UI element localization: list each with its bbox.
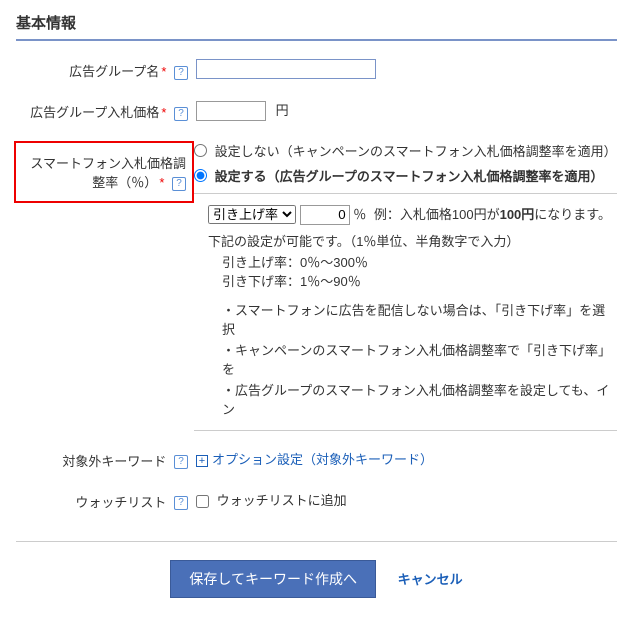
watchlist-checkbox[interactable] — [196, 495, 209, 508]
required-mark: * — [159, 175, 164, 190]
range-list: 引き上げ率：0％～300％ 引き下げ率：1％～90％ — [208, 252, 617, 290]
required-mark: * — [161, 105, 166, 120]
label-text: 広告グループ入札価格 — [30, 105, 159, 120]
example-prefix: 例：入札価格100円が — [374, 207, 500, 222]
bid-unit: 円 — [276, 103, 289, 118]
range-down: 引き下げ率：1％～90％ — [222, 271, 617, 290]
row-watchlist: ウォッチリスト ? ウォッチリストに追加 — [16, 490, 617, 511]
note-1: ・スマートフォンに広告を配信しない場合は、「引き下げ率」を選択 — [222, 300, 617, 338]
label-text: 対象外キーワード — [62, 454, 166, 469]
help-icon[interactable]: ? — [174, 107, 188, 121]
row-adgroup-bid: 広告グループ入札価格* ? 円 — [16, 100, 617, 121]
required-mark: * — [161, 64, 166, 79]
footer: 保存してキーワード作成へ キャンセル — [16, 541, 617, 598]
plus-icon[interactable]: + — [196, 455, 208, 467]
label-text: ウォッチリスト — [75, 495, 166, 510]
example-suffix: になります。 — [534, 207, 611, 222]
field-neg-keywords: + オプション設定（対象外キーワード） — [196, 449, 617, 468]
label-text: 広告グループ名 — [69, 64, 159, 79]
label-sp-bid-adj: スマートフォン入札価格調整率（％）* ? — [14, 141, 194, 203]
section-title: 基本情報 — [16, 12, 617, 41]
sp-rate-input[interactable] — [300, 205, 350, 225]
label-neg-keywords: 対象外キーワード ? — [16, 449, 196, 470]
neg-keywords-link[interactable]: オプション設定（対象外キーワード） — [212, 452, 433, 467]
row-adgroup-name: 広告グループ名* ? — [16, 59, 617, 80]
example-text: 例：入札価格100円が100円になります。 — [374, 207, 611, 222]
radio-row-none: 設定しない（キャンペーンのスマートフォン入札価格調整率を適用） — [194, 141, 617, 160]
help-icon[interactable]: ? — [172, 177, 186, 191]
sp-input-line: 引き上げ率 ％ 例：入札価格100円が100円になります。 — [208, 204, 617, 225]
label-adgroup-bid: 広告グループ入札価格* ? — [16, 100, 196, 121]
note-list: ・スマートフォンに広告を配信しない場合は、「引き下げ率」を選択 ・キャンペーンの… — [208, 300, 617, 418]
help-icon[interactable]: ? — [174, 455, 188, 469]
field-watchlist: ウォッチリストに追加 — [196, 490, 617, 509]
field-adgroup-bid: 円 — [196, 100, 617, 121]
radio-sp-none[interactable] — [194, 144, 207, 157]
radio-sp-set[interactable] — [194, 169, 207, 182]
example-bold: 100円 — [500, 207, 535, 222]
adgroup-bid-input[interactable] — [196, 101, 266, 121]
cancel-button[interactable]: キャンセル — [398, 572, 463, 587]
label-watchlist: ウォッチリスト ? — [16, 490, 196, 511]
watchlist-checkbox-label[interactable]: ウォッチリストに追加 — [217, 493, 347, 508]
save-button[interactable]: 保存してキーワード作成へ — [170, 560, 376, 598]
sp-detail-box: 引き上げ率 ％ 例：入札価格100円が100円になります。 下記の設定が可能です… — [194, 193, 617, 431]
radio-sp-none-label[interactable]: 設定しない（キャンペーンのスマートフォン入札価格調整率を適用） — [215, 144, 617, 159]
help-icon[interactable]: ? — [174, 496, 188, 510]
radio-row-set: 設定する（広告グループのスマートフォン入札価格調整率を適用） — [194, 166, 617, 185]
note-2: ・キャンペーンのスマートフォン入札価格調整率で「引き下げ率」を — [222, 340, 617, 378]
field-adgroup-name — [196, 59, 617, 79]
field-sp-bid-adj: 設定しない（キャンペーンのスマートフォン入札価格調整率を適用） 設定する（広告グ… — [194, 141, 617, 431]
row-neg-keywords: 対象外キーワード ? + オプション設定（対象外キーワード） — [16, 449, 617, 470]
direction-select[interactable]: 引き上げ率 — [208, 205, 296, 224]
label-adgroup-name: 広告グループ名* ? — [16, 59, 196, 80]
radio-sp-set-label[interactable]: 設定する（広告グループのスマートフォン入札価格調整率を適用） — [215, 169, 604, 184]
row-sp-bid-adj: スマートフォン入札価格調整率（％）* ? 設定しない（キャンペーンのスマートフォ… — [16, 141, 617, 431]
pct-unit: ％ — [353, 207, 366, 222]
range-head: 下記の設定が可能です。（1％単位、半角数字で入力） — [208, 231, 617, 250]
adgroup-name-input[interactable] — [196, 59, 376, 79]
note-3: ・広告グループのスマートフォン入札価格調整率を設定しても、イン — [222, 380, 617, 418]
range-up: 引き上げ率：0％～300％ — [222, 252, 617, 271]
help-icon[interactable]: ? — [174, 66, 188, 80]
